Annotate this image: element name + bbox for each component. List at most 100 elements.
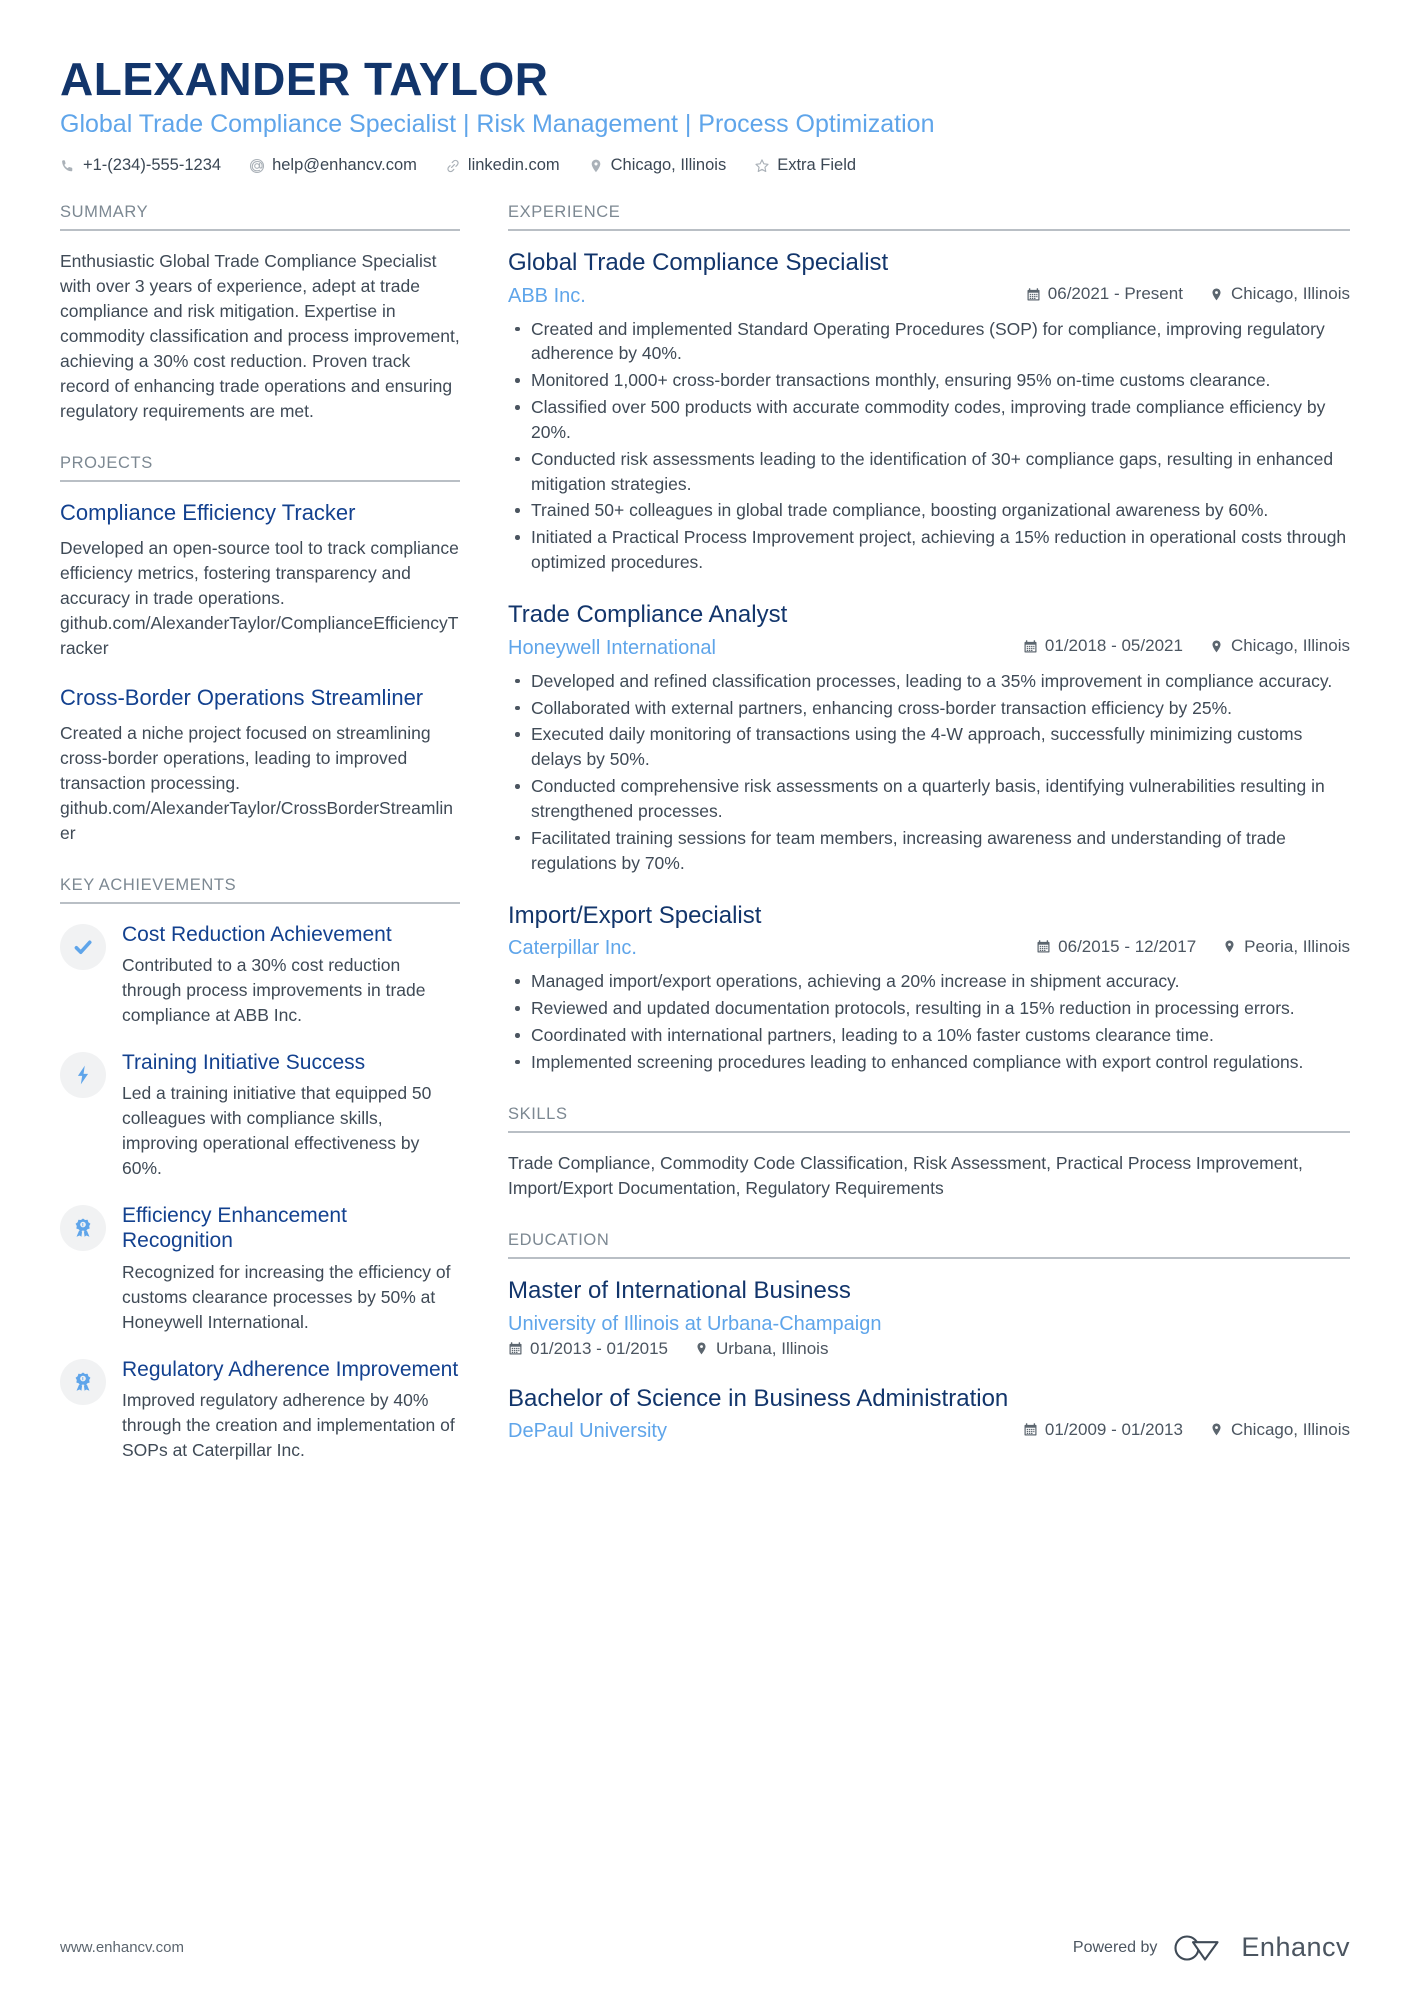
achievement-description: Contributed to a 30% cost reduction thro… <box>122 954 426 1025</box>
check-icon <box>60 923 106 970</box>
achievement-description: Improved regulatory adherence by 40% thr… <box>122 1389 455 1460</box>
school-location-text: Chicago, Illinois <box>1230 1419 1350 1439</box>
education-meta-row: DePaul University 01/2009 - 01/2013 Chicag… <box>508 1419 1350 1444</box>
experience-bullet: Implemented screening procedures leading… <box>508 1050 1350 1075</box>
location-pin-icon <box>1209 639 1224 654</box>
experience-bullet: Managed import/export operations, achiev… <box>508 969 1350 994</box>
calendar-icon <box>1023 1422 1038 1437</box>
star-icon <box>754 158 770 174</box>
date-range-text: 06/2015 - 12/2017 <box>1058 936 1197 956</box>
achievement-item: Regulatory Adherence Improvement Improved… <box>60 1357 460 1463</box>
experience-bullet-list: Managed import/export operations, achiev… <box>508 969 1350 1074</box>
contact-item-text: linkedin.com <box>467 156 560 175</box>
experience-bullet: Initiated a Practical Process Improvemen… <box>508 525 1350 575</box>
contact-item-1[interactable]: help@enhancv.com <box>249 155 417 176</box>
school-name[interactable]: DePaul University <box>508 1419 667 1444</box>
contact-item-text: +1-(234)-555-1234 <box>83 156 222 175</box>
achievements-list: Cost Reduction Achievement Contributed to… <box>60 922 460 1463</box>
experience-bullet: Trained 50+ colleagues in global trade c… <box>508 498 1350 523</box>
achievement-body: Cost Reduction Achievement Contributed to… <box>122 922 460 1028</box>
achievement-title: Training Initiative Success <box>122 1050 366 1074</box>
experience-meta-row: ABB Inc. 06/2021 - Present Chicago, Illino… <box>508 284 1350 309</box>
date-range-text: 01/2009 - 01/2013 <box>1044 1419 1183 1439</box>
date-range: 01/2009 - 01/2013 <box>1023 1420 1183 1440</box>
award-ribbon-icon <box>60 1358 106 1405</box>
contact-item-text: Chicago, Illinois <box>610 156 727 175</box>
summary-text: Enthusiastic Global Trade Compliance Spe… <box>60 250 460 421</box>
contact-item-4[interactable]: Extra Field <box>754 155 856 176</box>
job-location: Chicago, Illinois <box>1209 636 1350 656</box>
powered-by-label: Powered by <box>1072 1938 1158 1956</box>
degree-name: Bachelor of Science in Business Administ… <box>508 1384 1009 1412</box>
project-link[interactable]: github.com/AlexanderTaylor/ComplianceEff… <box>60 611 460 661</box>
achievement-body: Training Initiative Success Led a trainin… <box>122 1050 460 1181</box>
location-pin-icon <box>1222 939 1237 954</box>
experience-entry: Import/Export Specialist Caterpillar Inc.… <box>508 902 1350 1075</box>
skills-section-title: SKILLS <box>508 1105 1350 1133</box>
enhancv-brand-name: Enhancv <box>1241 1932 1350 1962</box>
experience-entry: Global Trade Compliance Specialist ABB In… <box>508 249 1350 575</box>
project-link[interactable]: github.com/AlexanderTaylor/CrossBorderSt… <box>60 796 460 846</box>
degree-name: Master of International Business <box>508 1276 851 1304</box>
projects-list: Compliance Efficiency Tracker Developed a… <box>60 500 460 846</box>
education-meta-row: 01/2013 - 01/2015 Urbana, Illinois <box>508 1339 1350 1359</box>
job-location-text: Chicago, Illinois <box>1230 636 1350 656</box>
experience-bullet: Collaborated with external partners, enh… <box>508 696 1350 721</box>
date-range: 06/2021 - Present <box>1026 284 1183 304</box>
achievement-title: Regulatory Adherence Improvement <box>122 1357 459 1381</box>
job-location-text: Chicago, Illinois <box>1230 284 1350 304</box>
contact-item-text: Extra Field <box>777 156 857 175</box>
skills-text: Trade Compliance, Commodity Code Classif… <box>508 1152 1303 1198</box>
lightning-bolt-icon <box>60 1051 106 1098</box>
experience-meta-right: 06/2021 - Present Chicago, Illinois <box>1026 284 1350 304</box>
experience-bullet: Classified over 500 products with accura… <box>508 395 1350 445</box>
experience-bullet: Conducted risk assessments leading to th… <box>508 447 1350 497</box>
resume-body: SUMMARY Enthusiastic Global Trade Compli… <box>60 203 1350 1493</box>
experience-bullet: Created and implemented Standard Operati… <box>508 317 1350 367</box>
location-pin-icon <box>588 158 604 174</box>
education-entry: Master of International Business Universi… <box>508 1277 1350 1359</box>
job-location: Peoria, Illinois <box>1222 937 1350 957</box>
school-location: Urbana, Illinois <box>694 1339 828 1359</box>
job-title: Trade Compliance Analyst <box>508 600 788 628</box>
contact-item-text: help@enhancv.com <box>272 156 417 175</box>
experience-bullet: Coordinated with international partners,… <box>508 1023 1350 1048</box>
date-range: 01/2018 - 05/2021 <box>1023 636 1183 656</box>
company-name[interactable]: ABB Inc. <box>508 284 586 309</box>
experience-bullet: Conducted comprehensive risk assessments… <box>508 774 1350 824</box>
contact-item-3[interactable]: Chicago, Illinois <box>588 155 727 176</box>
project-description: Created a niche project focused on strea… <box>60 722 431 793</box>
experience-entry: Trade Compliance Analyst Honeywell Intern… <box>508 601 1350 876</box>
key-achievements-section: KEY ACHIEVEMENTS Cost Reduction Achievem… <box>60 876 460 1463</box>
job-title: Import/Export Specialist <box>508 901 762 929</box>
contact-item-0[interactable]: +1-(234)-555-1234 <box>60 155 221 176</box>
achievement-description: Led a training initiative that equipped … <box>122 1083 432 1179</box>
project-item: Compliance Efficiency Tracker Developed a… <box>60 500 460 661</box>
achievement-title: Efficiency Enhancement Recognition <box>122 1204 347 1253</box>
company-name[interactable]: Caterpillar Inc. <box>508 936 637 961</box>
footer-website-url[interactable]: www.enhancv.com <box>60 1939 184 1956</box>
email-icon <box>249 158 265 174</box>
contact-row: +1-(234)-555-1234 help@enhancv.com linkedi… <box>60 155 1350 176</box>
contact-item-2[interactable]: linkedin.com <box>445 155 560 176</box>
projects-section-title: PROJECTS <box>60 454 460 482</box>
company-name[interactable]: Honeywell International <box>508 636 716 661</box>
project-item: Cross-Border Operations Streamliner Creat… <box>60 685 460 846</box>
date-range: 01/2013 - 01/2015 <box>508 1339 668 1359</box>
calendar-icon <box>508 1341 523 1356</box>
school-name[interactable]: University of Illinois at Urbana-Champai… <box>508 1312 1350 1337</box>
page-title: ALEXANDER TAYLOR <box>60 53 549 105</box>
left-column: SUMMARY Enthusiastic Global Trade Compli… <box>60 203 460 1493</box>
achievement-item: Training Initiative Success Led a trainin… <box>60 1050 460 1181</box>
resume-header: ALEXANDER TAYLOR Global Trade Compliance… <box>60 55 1350 177</box>
summary-section: SUMMARY Enthusiastic Global Trade Compli… <box>60 203 460 424</box>
achievement-item: Efficiency Enhancement Recognition Recogn… <box>60 1203 460 1334</box>
job-title: Global Trade Compliance Specialist <box>508 248 889 276</box>
resume-page: ALEXANDER TAYLOR Global Trade Compliance… <box>0 0 1410 1995</box>
footer-branding: Powered by Enhancv <box>1073 1932 1350 1963</box>
job-location-text: Peoria, Illinois <box>1244 936 1350 956</box>
education-section-title: EDUCATION <box>508 1231 1350 1259</box>
award-ribbon-icon <box>60 1205 106 1252</box>
experience-meta-right: 06/2015 - 12/2017 Peoria, Illinois <box>1036 937 1350 957</box>
achievement-body: Efficiency Enhancement Recognition Recogn… <box>122 1203 460 1334</box>
